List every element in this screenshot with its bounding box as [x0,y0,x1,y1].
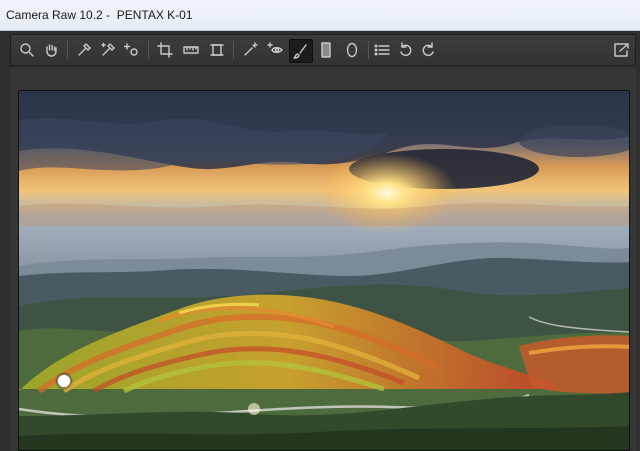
toolbar [10,34,636,66]
toolbar-separator [233,41,234,59]
rotate-cw-icon[interactable] [418,40,438,60]
adjustment-brush-icon[interactable] [289,39,313,63]
targeted-adjustment-icon[interactable] [122,40,142,60]
color-sampler-icon[interactable] [98,40,118,60]
hand-icon[interactable] [41,40,61,60]
toolbar-separator [148,41,149,59]
landscape-image [19,91,629,450]
toolbar-separator [368,41,369,59]
straighten-icon[interactable] [181,40,201,60]
crop-icon[interactable] [155,40,175,60]
spot-removal-icon[interactable] [240,40,260,60]
toolbar-separator [67,41,68,59]
graduated-filter-icon[interactable] [316,40,336,60]
red-eye-icon[interactable] [265,40,285,60]
transform-icon[interactable] [207,40,227,60]
adjustment-brush-pin[interactable] [57,374,71,388]
radial-filter-icon[interactable] [342,40,362,60]
fullscreen-toggle-icon[interactable] [611,40,631,60]
photo-preview[interactable] [18,90,630,451]
window-title: Camera Raw 10.2 - PENTAX K-01 [6,8,193,22]
rotate-ccw-icon[interactable] [396,40,416,60]
zoom-icon[interactable] [17,40,37,60]
white-balance-icon[interactable] [74,40,94,60]
preferences-icon[interactable] [372,40,392,60]
window-titlebar: Camera Raw 10.2 - PENTAX K-01 [0,0,640,31]
